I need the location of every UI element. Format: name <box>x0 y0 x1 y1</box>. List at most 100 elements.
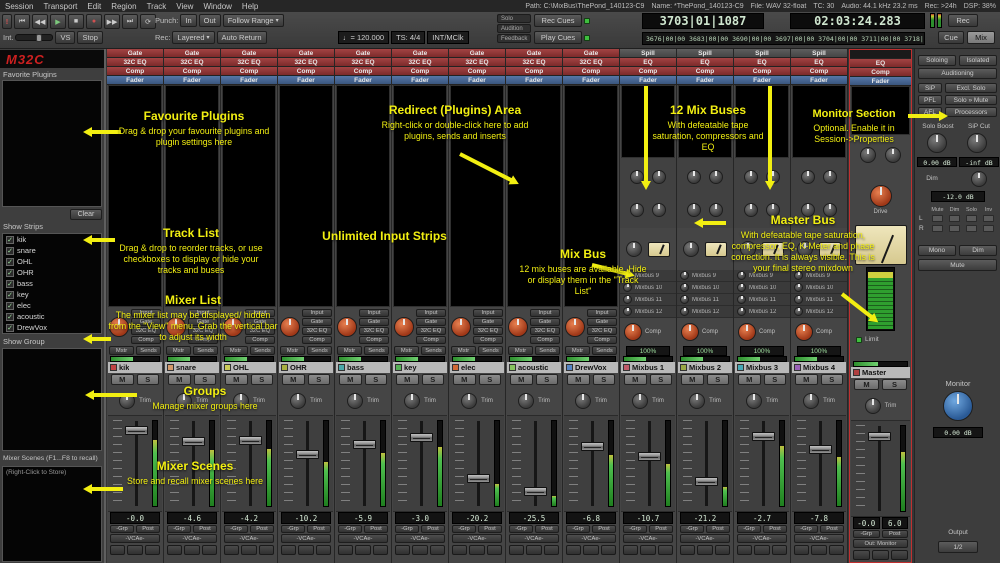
comp-amount-display[interactable]: 100% <box>626 346 670 356</box>
trim-knob[interactable] <box>864 397 881 414</box>
spill-button[interactable]: Spill <box>791 49 847 58</box>
gain-display[interactable]: -4.2 <box>224 512 274 524</box>
punch-in-button[interactable]: In <box>180 14 197 27</box>
gate-processor-slot[interactable]: Gate <box>506 49 562 58</box>
output-io-button[interactable] <box>144 545 160 555</box>
trim-knob[interactable] <box>575 392 592 409</box>
track-name-row[interactable]: key <box>393 362 447 373</box>
send-knob[interactable] <box>680 295 689 304</box>
sends-button[interactable]: Sends <box>478 346 503 355</box>
fader-handle[interactable] <box>410 433 433 443</box>
bus-name-row[interactable]: Mixbus 4 <box>792 362 846 373</box>
mute-button[interactable]: M <box>738 374 761 385</box>
vca-selector[interactable]: -VCAe- <box>680 534 730 543</box>
master-assign-button[interactable]: Mstr <box>166 346 191 355</box>
comp-processor-slot[interactable]: Comp <box>506 67 562 76</box>
metering-point-button[interactable]: Post <box>649 525 673 533</box>
input-gain-knob[interactable] <box>565 316 585 337</box>
group-button[interactable]: -Grp <box>395 525 419 533</box>
eq-processor-slot[interactable]: 32C EQ <box>335 58 391 67</box>
master-assign-button[interactable]: Mstr <box>109 346 134 355</box>
timecode-clock[interactable]: 02:03:24.283 <box>790 13 925 29</box>
eq-processor-slot[interactable]: 32C EQ <box>221 58 277 67</box>
vca-selector[interactable]: -VCAe- <box>623 534 673 543</box>
input-button[interactable]: Input <box>530 309 560 317</box>
input-io-button[interactable] <box>737 545 753 555</box>
spill-button[interactable]: Spill <box>677 49 733 58</box>
vs-button[interactable]: VS <box>55 31 76 44</box>
eq-lo-knob[interactable] <box>687 202 701 217</box>
eq-mid-knob[interactable] <box>709 169 723 184</box>
eq-processor-slot[interactable]: EQ <box>620 58 676 67</box>
comp-processor-slot[interactable]: Comp <box>278 67 334 76</box>
eq-processor-slot[interactable]: 32C EQ <box>164 58 220 67</box>
gain-display[interactable]: -0.0 <box>853 517 880 529</box>
solo-button[interactable]: S <box>136 374 159 385</box>
comp-processor-slot[interactable]: Comp <box>563 67 619 76</box>
group-button[interactable]: -Grp <box>167 525 191 533</box>
group-button[interactable]: -Grp <box>853 530 880 538</box>
metering-point-button[interactable]: Post <box>307 525 331 533</box>
track-list-item[interactable]: ✓ bass <box>3 278 101 289</box>
vca-selector[interactable]: -VCAe- <box>167 534 217 543</box>
menu-item[interactable]: Session <box>0 2 38 11</box>
fader-handle[interactable] <box>809 444 832 454</box>
auditioning-indicator[interactable]: Auditioning <box>918 68 997 79</box>
eq-enable-button[interactable]: 32C EQ <box>473 327 503 335</box>
solo-button[interactable]: S <box>535 374 558 385</box>
peak-display[interactable]: 6.0 <box>881 517 908 529</box>
output-io-button[interactable] <box>891 550 908 560</box>
eq-enable-button[interactable]: 32C EQ <box>416 327 446 335</box>
master-name-row[interactable]: Master <box>851 367 910 378</box>
matrix-cell[interactable] <box>983 224 994 232</box>
comp-processor-slot[interactable]: Comp <box>449 67 505 76</box>
comp-processor-slot[interactable]: Comp <box>620 67 676 76</box>
track-visible-checkbox[interactable]: ✓ <box>6 301 14 310</box>
comp-processor-slot[interactable]: Comp <box>335 67 391 76</box>
fader-processor-slot[interactable]: Fader <box>677 76 733 85</box>
mute-button[interactable]: M <box>396 374 419 385</box>
track-list-item[interactable]: ✓ acoustic <box>3 311 101 322</box>
track-visible-checkbox[interactable]: ✓ <box>6 323 14 332</box>
play-cues-button[interactable]: Play Cues <box>534 31 582 44</box>
send-knob[interactable] <box>737 307 746 316</box>
comp-enable-button[interactable]: Comp <box>359 336 389 344</box>
sends-button[interactable]: Sends <box>592 346 617 355</box>
gain-display[interactable]: -7.8 <box>794 512 844 524</box>
trim-knob[interactable] <box>404 392 421 409</box>
metering-point-button[interactable]: Post <box>364 525 388 533</box>
monitor-mute-button[interactable]: Mute <box>918 259 997 271</box>
trim-knob[interactable] <box>803 392 820 409</box>
menu-item[interactable]: Edit <box>82 2 106 11</box>
fader-handle[interactable] <box>296 450 319 460</box>
input-io-button[interactable] <box>794 545 810 555</box>
solo-boost-value[interactable]: 0.00 dB <box>917 157 957 167</box>
solo-boost-knob[interactable] <box>927 133 947 153</box>
sip-cut-value[interactable]: -inf dB <box>959 157 999 167</box>
slider-thumb[interactable] <box>36 34 43 42</box>
trim-knob[interactable] <box>347 392 364 409</box>
redirect-plugins-area[interactable] <box>279 85 333 307</box>
fader-handle[interactable] <box>868 432 891 441</box>
track-list-item[interactable]: ✓ elec <box>3 300 101 311</box>
fader-processor-slot[interactable]: Fader <box>392 76 448 85</box>
metering-point-button[interactable]: Post <box>478 525 502 533</box>
spill-button[interactable]: Spill <box>734 49 790 58</box>
track-name-row[interactable]: OHL <box>222 362 276 373</box>
fader-processor-slot[interactable]: Fader <box>620 76 676 85</box>
input-gain-knob[interactable] <box>451 316 471 337</box>
status-indicator[interactable]: Feedback <box>497 34 532 43</box>
send-knob[interactable] <box>680 271 689 280</box>
output-io-button[interactable] <box>543 545 559 555</box>
eq-processor-slot[interactable]: 32C EQ <box>449 58 505 67</box>
bus-name-row[interactable]: Mixbus 3 <box>735 362 789 373</box>
metering-point-button[interactable]: Post <box>535 525 559 533</box>
trim-knob[interactable] <box>290 392 307 409</box>
track-visible-checkbox[interactable]: ✓ <box>6 312 14 321</box>
track-name-row[interactable]: acoustic <box>507 362 561 373</box>
isolated-indicator[interactable]: Isolated <box>959 55 997 66</box>
monitor-toggle-button[interactable] <box>811 545 827 555</box>
drive-knob[interactable] <box>795 323 813 341</box>
comp-enable-button[interactable]: Comp <box>587 336 617 344</box>
fader-handle[interactable] <box>638 451 661 461</box>
